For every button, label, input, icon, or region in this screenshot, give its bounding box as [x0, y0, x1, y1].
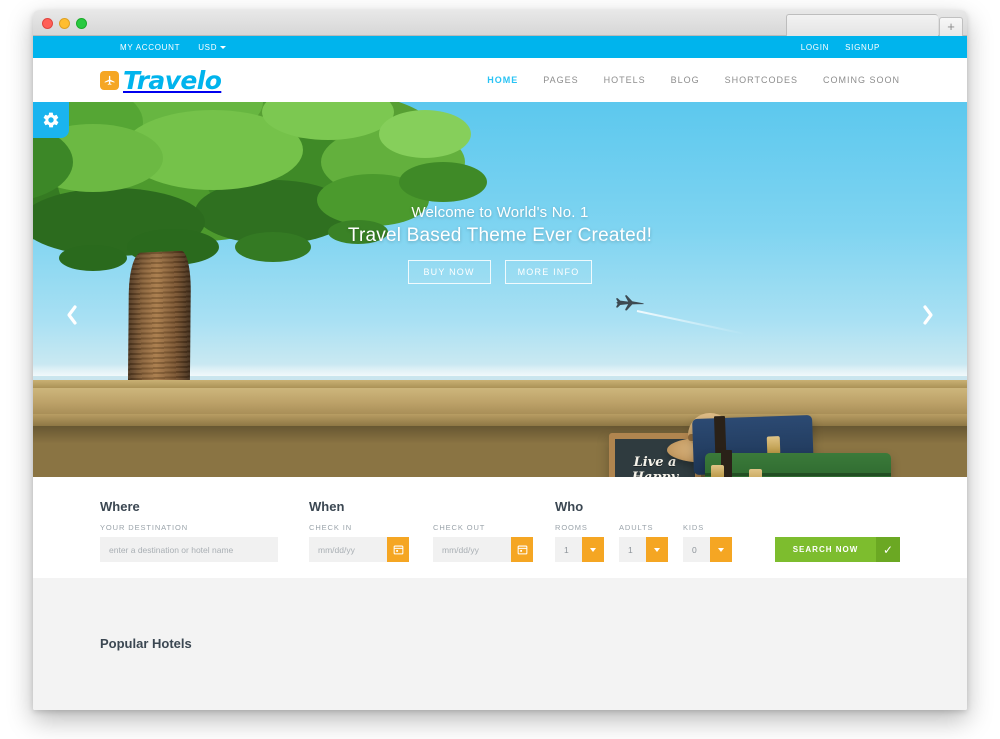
- browser-tabstrip: +: [786, 10, 967, 36]
- kids-label: KIDS: [683, 523, 705, 532]
- my-account-link[interactable]: MY ACCOUNT: [120, 43, 180, 52]
- chevron-right-icon: [923, 305, 933, 325]
- hero-copy: Welcome to World's No. 1 Travel Based Th…: [33, 204, 967, 284]
- checkin-calendar-button[interactable]: [387, 537, 409, 562]
- chevron-left-icon: [67, 305, 77, 325]
- theme-settings-button[interactable]: [33, 102, 69, 138]
- rooms-dropdown-button[interactable]: [582, 537, 604, 562]
- airplane-icon: [100, 70, 119, 90]
- check-icon: ✓: [876, 537, 900, 562]
- minimize-window-button[interactable]: [59, 18, 70, 29]
- nav-item-shortcodes[interactable]: SHORTCODES: [725, 75, 798, 85]
- topbar-right-links: LOGIN SIGNUP: [801, 36, 880, 58]
- page-viewport: MY ACCOUNT USD LOGIN SIGNUP Travelo HOME…: [33, 36, 967, 710]
- currency-selector[interactable]: USD: [198, 42, 227, 52]
- nav-item-coming-soon[interactable]: COMING SOON: [823, 75, 900, 85]
- checkout-calendar-button[interactable]: [511, 537, 533, 562]
- adults-field: ADULTS 1: [619, 523, 668, 562]
- kids-dropdown-button[interactable]: [710, 537, 732, 562]
- hero-cta-group: BUY NOW MORE INFO: [33, 260, 967, 284]
- utility-topbar: MY ACCOUNT USD LOGIN SIGNUP: [33, 36, 967, 58]
- checkin-input[interactable]: mm/dd/yy: [309, 537, 387, 562]
- hero-slider: Live a Happy Life! Travelo: [33, 102, 967, 477]
- logo-text: Travelo: [123, 65, 222, 95]
- caret-down-icon: [590, 547, 596, 552]
- where-title: Where: [100, 499, 140, 514]
- browser-titlebar: +: [33, 10, 967, 36]
- rooms-field: ROOMS 1: [555, 523, 604, 562]
- popular-hotels-title: Popular Hotels: [100, 636, 192, 651]
- caret-down-icon: [718, 547, 724, 552]
- currency-label: USD: [198, 42, 218, 52]
- search-now-button[interactable]: SEARCH NOW ✓: [775, 537, 900, 562]
- gear-icon: [43, 112, 59, 128]
- search-where-group: Where YOUR DESTINATION enter a destinati…: [100, 499, 291, 562]
- checkout-field: CHECK OUT mm/dd/yy: [433, 523, 533, 562]
- calendar-icon: [393, 545, 403, 555]
- signup-link[interactable]: SIGNUP: [845, 43, 880, 52]
- rooms-value[interactable]: 1: [555, 537, 582, 562]
- search-when-group: When CHECK IN mm/dd/yy CHECK OUT mm/dd/y…: [309, 499, 533, 562]
- nav-item-pages[interactable]: PAGES: [543, 75, 578, 85]
- checkout-label: CHECK OUT: [433, 523, 486, 532]
- nav-item-blog[interactable]: BLOG: [671, 75, 700, 85]
- checkout-input[interactable]: mm/dd/yy: [433, 537, 511, 562]
- checkin-field: CHECK IN mm/dd/yy: [309, 523, 409, 562]
- new-tab-button[interactable]: +: [939, 17, 963, 36]
- login-link[interactable]: LOGIN: [801, 43, 829, 52]
- airplane-in-sky: [611, 294, 745, 335]
- buy-now-button[interactable]: BUY NOW: [407, 260, 491, 284]
- main-navigation: HOME PAGES HOTELS BLOG SHORTCODES COMING…: [487, 75, 900, 85]
- chevron-down-icon: [220, 45, 227, 49]
- window-controls: [42, 18, 87, 29]
- who-title: Who: [555, 499, 584, 514]
- green-suitcase: [705, 450, 891, 477]
- search-panel: Where YOUR DESTINATION enter a destinati…: [33, 477, 967, 578]
- carousel-prev-button[interactable]: [59, 298, 85, 332]
- search-now-label: SEARCH NOW: [775, 537, 876, 562]
- search-who-group: Who ROOMS 1 ADULTS 1 KIDS 0 SEARCH NOW ✓: [555, 499, 900, 562]
- chalkboard-line-2: Happy: [631, 469, 679, 478]
- browser-tab[interactable]: [786, 14, 938, 36]
- kids-value[interactable]: 0: [683, 537, 710, 562]
- site-header: Travelo HOME PAGES HOTELS BLOG SHORTCODE…: [33, 58, 967, 102]
- nav-item-hotels[interactable]: HOTELS: [604, 75, 646, 85]
- nav-item-home[interactable]: HOME: [487, 75, 518, 85]
- adults-label: ADULTS: [619, 523, 654, 532]
- adults-dropdown-button[interactable]: [646, 537, 668, 562]
- caret-down-icon: [654, 547, 660, 552]
- site-logo[interactable]: Travelo: [100, 65, 222, 95]
- checkin-label: CHECK IN: [309, 523, 353, 532]
- adults-value[interactable]: 1: [619, 537, 646, 562]
- more-info-button[interactable]: MORE INFO: [504, 260, 593, 284]
- rooms-label: ROOMS: [555, 523, 588, 532]
- browser-window: + MY ACCOUNT USD LOGIN SIGNUP Travelo HO…: [33, 10, 967, 710]
- when-title: When: [309, 499, 345, 514]
- destination-label: YOUR DESTINATION: [100, 523, 189, 532]
- topbar-left-links: MY ACCOUNT USD: [120, 36, 227, 58]
- close-window-button[interactable]: [42, 18, 53, 29]
- luggage-scene: Live a Happy Life! Travelo: [581, 407, 921, 477]
- calendar-icon: [517, 545, 527, 555]
- kids-field: KIDS 0: [683, 523, 732, 562]
- hero-headline-2: Travel Based Theme Ever Created!: [347, 225, 653, 246]
- zoom-window-button[interactable]: [76, 18, 87, 29]
- popular-hotels-section: Popular Hotels: [33, 578, 967, 710]
- airplane-contrail: [636, 310, 745, 335]
- destination-input[interactable]: enter a destination or hotel name: [100, 537, 278, 562]
- hero-headline-1: Welcome to World's No. 1: [411, 204, 589, 221]
- carousel-next-button[interactable]: [915, 298, 941, 332]
